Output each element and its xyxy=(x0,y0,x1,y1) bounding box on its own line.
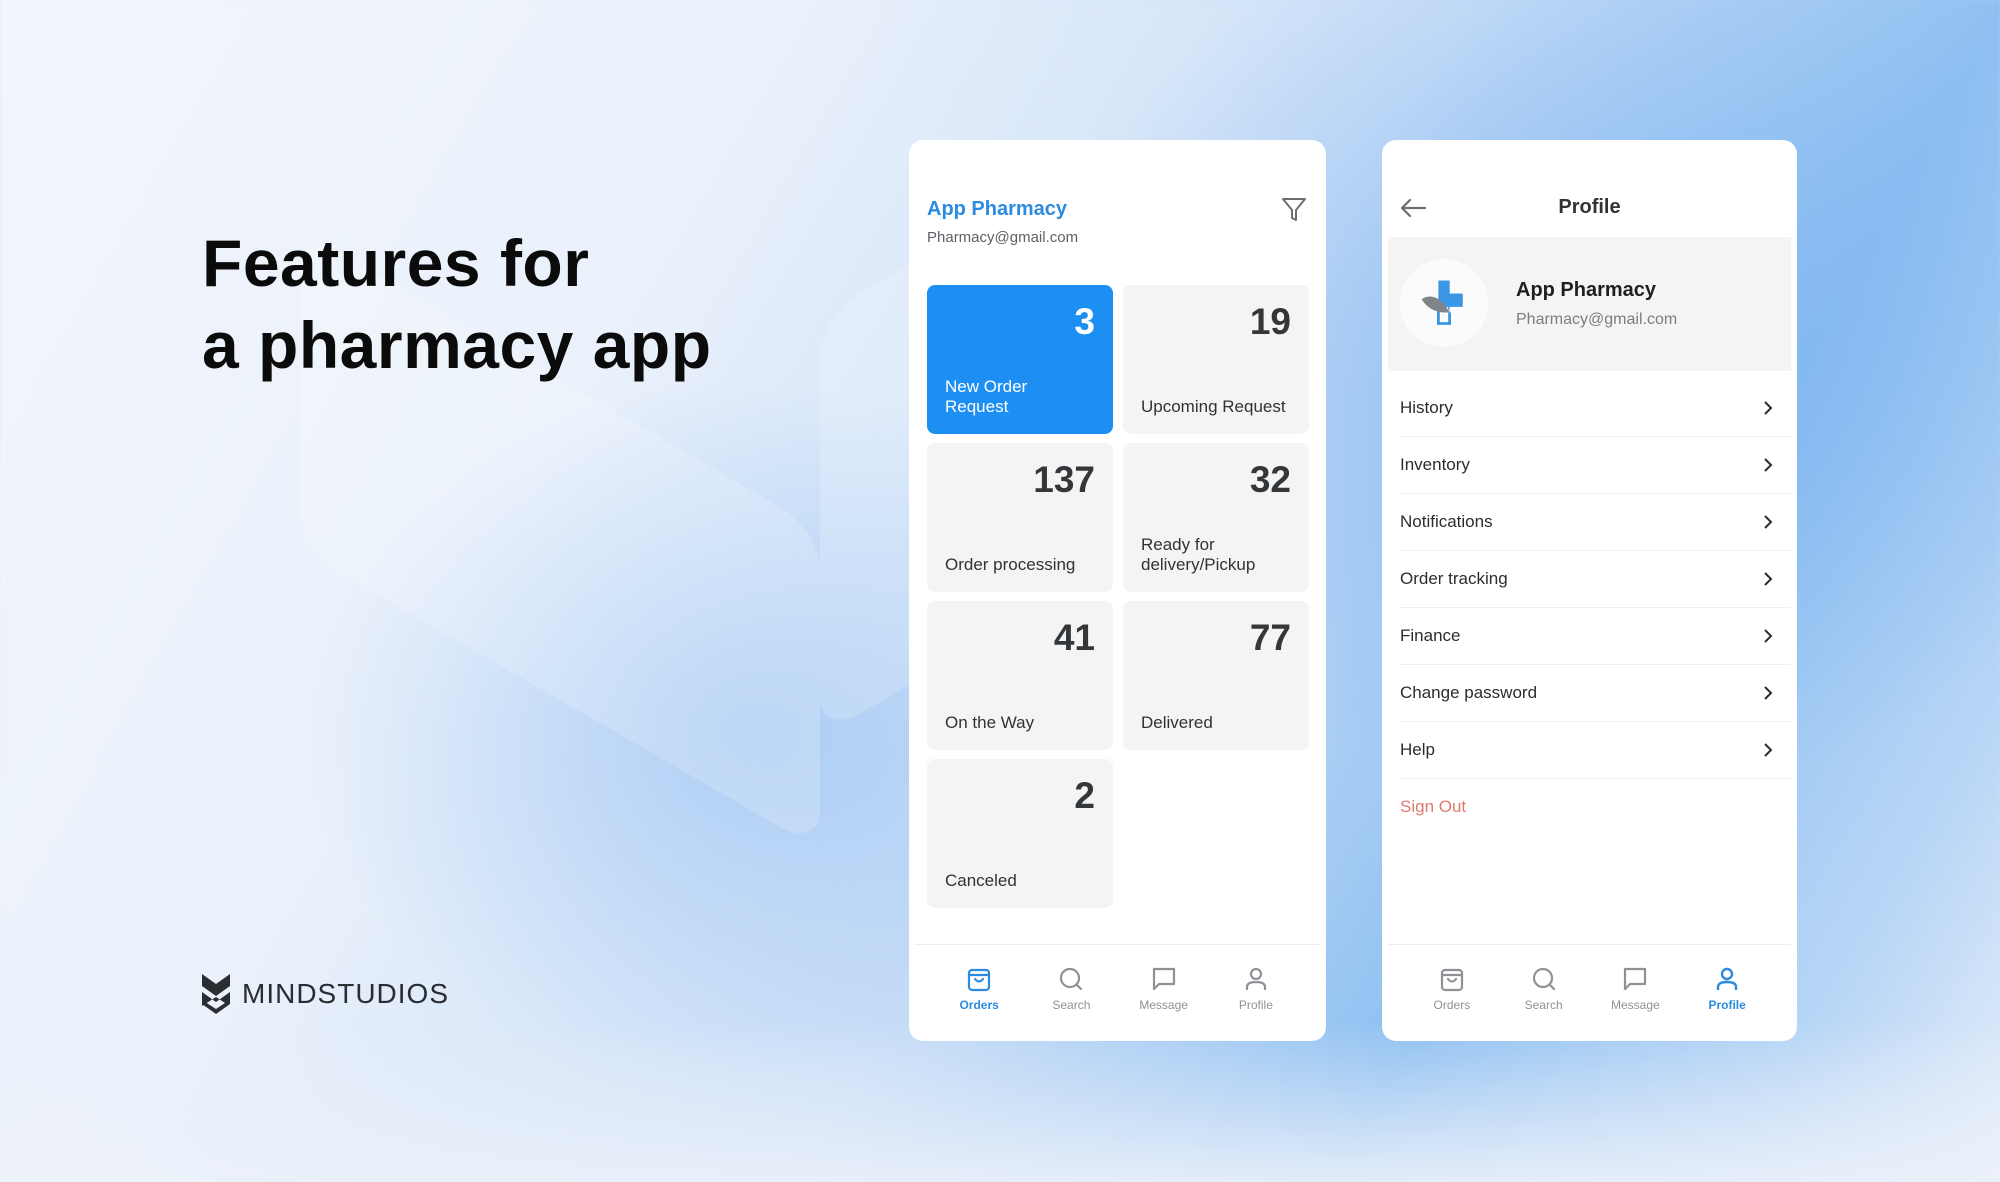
menu-label: Order tracking xyxy=(1400,569,1508,588)
nav-profile[interactable]: Profile xyxy=(1687,945,1767,1041)
order-count: 41 xyxy=(1053,617,1095,658)
chevron-right-icon xyxy=(1764,572,1773,586)
order-count: 3 xyxy=(1074,301,1095,342)
menu-label: Notifications xyxy=(1400,512,1493,531)
menu-label: Change password xyxy=(1400,683,1538,702)
menu-item-inventory[interactable]: Inventory xyxy=(1400,437,1791,494)
headline-line-1: Features for xyxy=(202,226,590,300)
nav-search[interactable]: Search xyxy=(1504,945,1584,1041)
nav-label: Message xyxy=(1139,998,1188,1012)
nav-label: Profile xyxy=(1708,998,1746,1012)
chevron-right-icon xyxy=(1764,401,1773,415)
arrow-left-icon xyxy=(1400,198,1427,218)
message-icon xyxy=(1152,967,1175,991)
order-card-label: Upcoming Request xyxy=(1141,397,1286,416)
brand-name: MINDSTUDIOS xyxy=(242,978,449,1009)
order-card-label: Delivered xyxy=(1141,713,1213,732)
page-headline: Features for a pharmacy app xyxy=(202,222,712,386)
order-card-canceled[interactable]: 2 Canceled xyxy=(927,759,1113,908)
search-icon xyxy=(1532,967,1555,991)
profile-email: Pharmacy@gmail.com xyxy=(1516,311,1678,328)
orders-screen: App Pharmacy Pharmacy@gmail.com 3 New Or… xyxy=(909,140,1326,1041)
order-count: 2 xyxy=(1074,775,1095,816)
nav-label: Search xyxy=(1052,998,1091,1012)
profile-card: App Pharmacy Pharmacy@gmail.com xyxy=(1388,237,1791,371)
order-card-label: Canceled xyxy=(945,871,1017,890)
order-card-on-the-way[interactable]: 41 On the Way xyxy=(927,601,1113,750)
bottom-nav: Orders Search Message Profile xyxy=(915,944,1320,1041)
mindstudios-logo-icon xyxy=(202,974,230,1014)
nav-label: Orders xyxy=(1433,998,1471,1012)
nav-orders[interactable]: Orders xyxy=(939,945,1019,1041)
chevron-right-icon xyxy=(1764,743,1773,757)
back-button[interactable] xyxy=(1398,196,1428,220)
order-card-label: Order processing xyxy=(945,555,1076,574)
pharmacy-cross-leaf-logo-icon xyxy=(1421,280,1463,325)
menu-item-change-password[interactable]: Change password xyxy=(1400,665,1791,722)
chevron-right-icon xyxy=(1764,686,1773,700)
menu-label: Finance xyxy=(1400,626,1461,645)
menu-item-order-tracking[interactable]: Order tracking xyxy=(1400,551,1791,608)
nav-message[interactable]: Message xyxy=(1595,945,1675,1041)
order-card-label: Ready for delivery/Pickup xyxy=(1141,535,1256,574)
order-count: 77 xyxy=(1249,617,1291,658)
menu-item-history[interactable]: History xyxy=(1400,380,1791,437)
nav-profile[interactable]: Profile xyxy=(1216,945,1296,1041)
shopping-bag-icon xyxy=(1440,968,1463,992)
nav-label: Orders xyxy=(959,998,999,1012)
account-email: Pharmacy@gmail.com xyxy=(927,229,1079,246)
message-icon xyxy=(1624,967,1647,991)
menu-item-notifications[interactable]: Notifications xyxy=(1400,494,1791,551)
page-title: Profile xyxy=(1558,196,1621,218)
chevron-right-icon xyxy=(1764,629,1773,643)
menu-item-finance[interactable]: Finance xyxy=(1400,608,1791,665)
search-icon xyxy=(1060,967,1083,991)
order-count: 137 xyxy=(1033,459,1095,500)
bottom-nav: Orders Search Message Profile xyxy=(1388,944,1791,1041)
nav-message[interactable]: Message xyxy=(1124,945,1204,1041)
user-icon xyxy=(1716,967,1738,990)
chevron-right-icon xyxy=(1764,458,1773,472)
user-icon xyxy=(1245,967,1266,990)
brand-logo: MINDSTUDIOS xyxy=(200,972,449,1016)
order-card-delivered[interactable]: 77 Delivered xyxy=(1123,601,1309,750)
menu-label: Help xyxy=(1400,740,1435,759)
order-card-label: New Order Request xyxy=(945,377,1028,416)
filter-button[interactable] xyxy=(1280,195,1308,223)
headline-line-2: a pharmacy app xyxy=(202,308,712,382)
menu-label: History xyxy=(1400,398,1453,417)
order-count: 32 xyxy=(1249,459,1291,500)
nav-search[interactable]: Search xyxy=(1031,945,1111,1041)
profile-name: App Pharmacy xyxy=(1516,279,1657,301)
order-card-processing[interactable]: 137 Order processing xyxy=(927,443,1113,592)
order-card-label: On the Way xyxy=(945,713,1035,732)
order-card-new-request[interactable]: 3 New Order Request xyxy=(927,285,1113,434)
sign-out-button[interactable]: Sign Out xyxy=(1400,779,1791,835)
filter-funnel-icon xyxy=(1282,198,1306,221)
order-card-ready[interactable]: 32 Ready for delivery/Pickup xyxy=(1123,443,1309,592)
chevron-right-icon xyxy=(1764,515,1773,529)
nav-label: Profile xyxy=(1238,998,1273,1012)
menu-label: Inventory xyxy=(1400,455,1470,474)
nav-label: Message xyxy=(1611,998,1660,1012)
nav-label: Search xyxy=(1524,998,1563,1012)
profile-screen: Profile App Pharmacy Pharmacy@gmail.com … xyxy=(1382,140,1797,1041)
order-count: 19 xyxy=(1249,301,1291,342)
shopping-bag-icon xyxy=(968,968,991,992)
app-title: App Pharmacy xyxy=(927,198,1068,220)
background-fade xyxy=(0,1022,2000,1182)
profile-menu: History Inventory Notifications Order tr… xyxy=(1400,380,1791,835)
order-card-upcoming[interactable]: 19 Upcoming Request xyxy=(1123,285,1309,434)
avatar xyxy=(1400,259,1488,347)
nav-orders[interactable]: Orders xyxy=(1412,945,1492,1041)
menu-item-help[interactable]: Help xyxy=(1400,722,1791,779)
